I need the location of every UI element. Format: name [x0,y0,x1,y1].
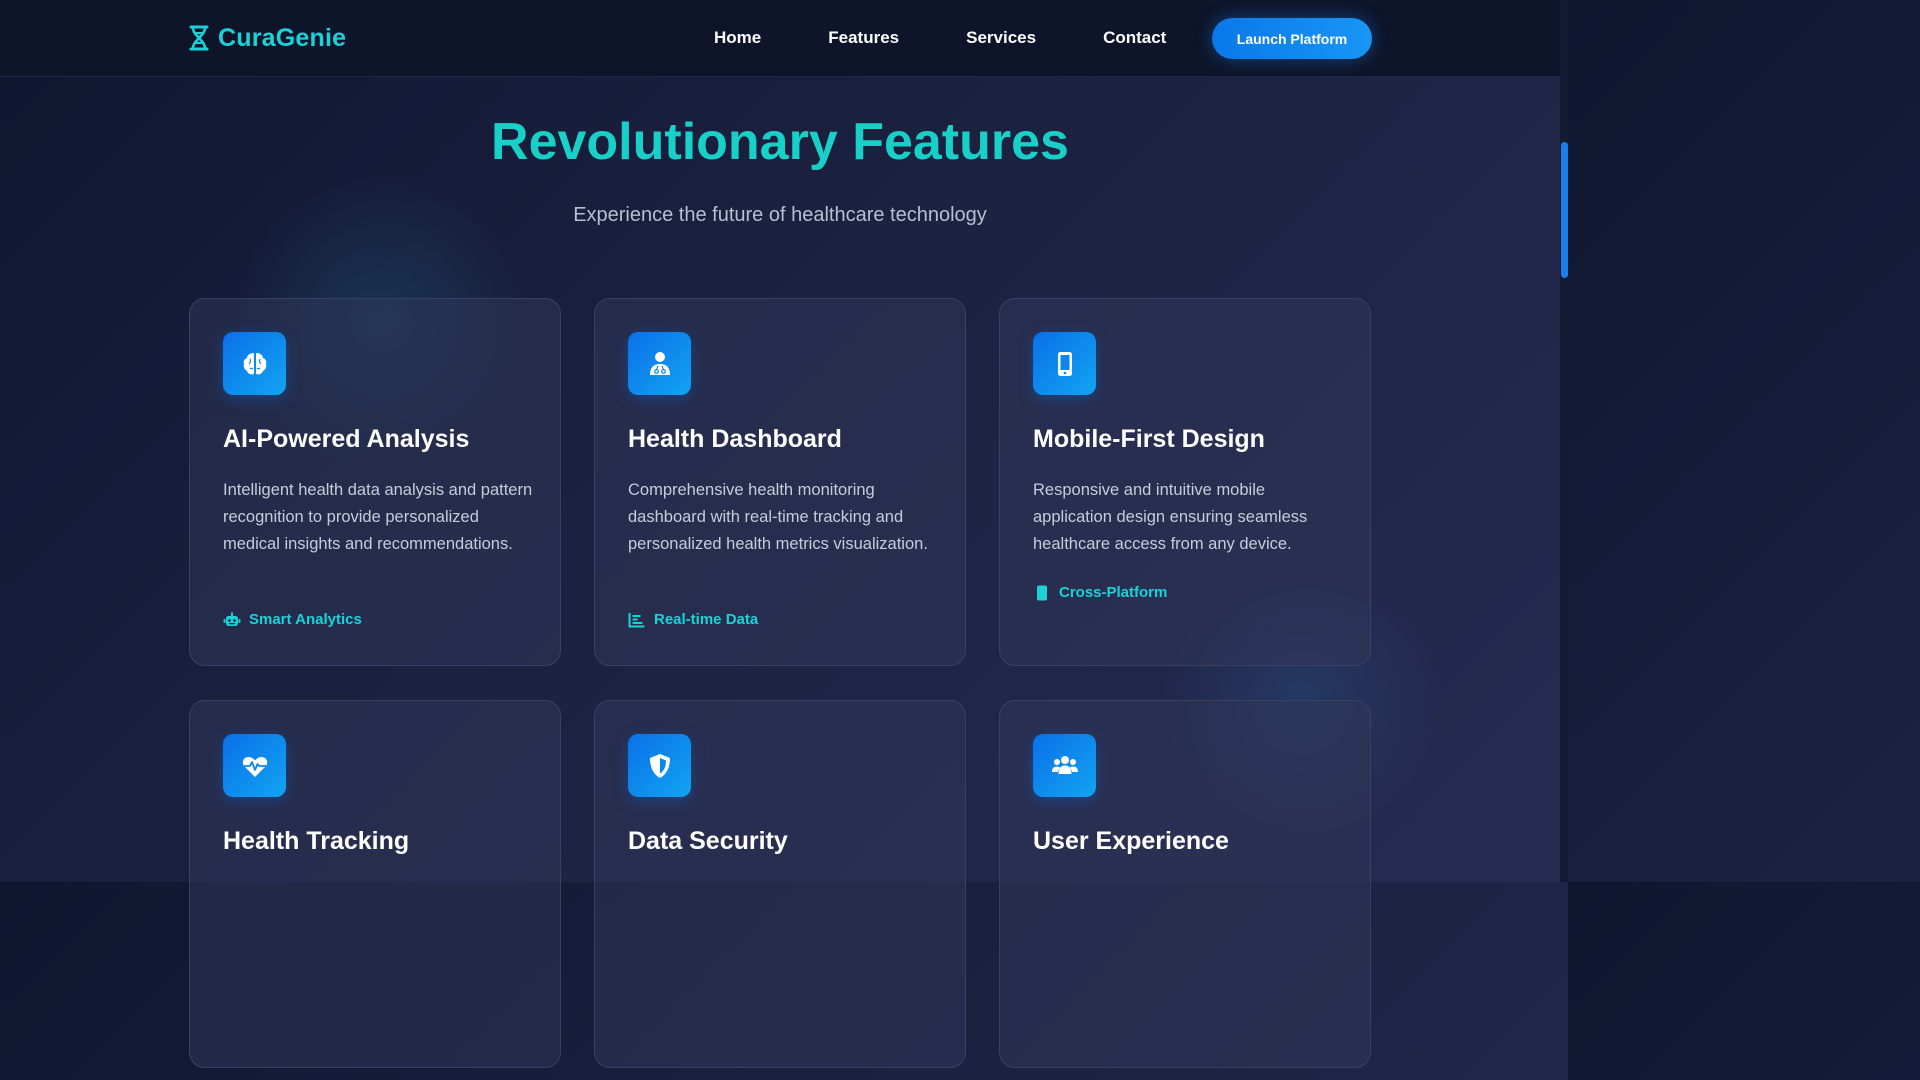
feature-tag: Smart Analytics [223,611,362,628]
feature-icon-box [1033,734,1096,797]
chart-icon [628,612,645,627]
feature-tag-label: Real-time Data [654,611,759,628]
feature-card-ai-analysis[interactable]: AI-Powered Analysis Intelligent health d… [189,298,561,666]
mobile-icon [1057,351,1072,376]
nav-home[interactable]: Home [714,27,761,49]
feature-description: Comprehensive health monitoring dashboar… [628,481,928,553]
logo-text: CuraGenie [218,23,347,52]
feature-card-data-security[interactable]: Data Security [594,700,966,1068]
feature-description: Responsive and intuitive mobile applicat… [1033,481,1308,553]
feature-icon-box [1033,332,1096,395]
feature-icon-box [628,734,691,797]
main-nav: Home Features Services Contact [714,27,1166,49]
feature-icon-box [223,734,286,797]
feature-tag: Cross-Platform [1033,584,1167,601]
users-icon [1051,755,1078,774]
shield-icon [649,753,670,778]
robot-icon [223,612,241,626]
feature-icon-box [628,332,691,395]
feature-tag-label: Cross-Platform [1059,584,1168,601]
nav-contact[interactable]: Contact [1103,27,1166,49]
feature-card-user-experience[interactable]: User Experience [999,700,1371,1068]
nav-services[interactable]: Services [966,27,1036,49]
nav-features[interactable]: Features [828,27,899,49]
feature-tag: Real-time Data [628,611,758,628]
doctor-icon [649,351,670,375]
launch-platform-button[interactable]: Launch Platform [1212,18,1372,59]
phone-icon [1037,585,1047,600]
feature-icon-box [223,332,286,395]
heart-pulse-icon [242,756,267,777]
logo[interactable]: CuraGenie [188,22,346,54]
feature-title: Data Security [628,827,788,855]
feature-card-mobile-design[interactable]: Mobile-First Design Responsive and intui… [999,298,1371,666]
feature-card-health-dashboard[interactable]: Health Dashboard Comprehensive health mo… [594,298,966,666]
section-subtitle: Experience the future of healthcare tech… [573,204,987,226]
feature-title: Health Dashboard [628,425,842,453]
feature-title: AI-Powered Analysis [223,425,470,453]
scrollbar-track[interactable] [1560,0,1568,882]
scrollbar-thumb[interactable] [1561,142,1568,278]
top-navbar: CuraGenie Home Features Services Contact… [0,0,1560,77]
section-title: Revolutionary Features [491,113,1069,171]
brain-icon [243,352,266,374]
feature-tag-label: Smart Analytics [249,611,362,628]
feature-title: Health Tracking [223,827,410,855]
feature-title: Mobile-First Design [1033,425,1265,453]
dna-icon [189,25,209,51]
feature-title: User Experience [1033,827,1229,855]
feature-description: Intelligent health data analysis and pat… [223,481,533,553]
feature-card-health-tracking[interactable]: Health Tracking [189,700,561,1068]
